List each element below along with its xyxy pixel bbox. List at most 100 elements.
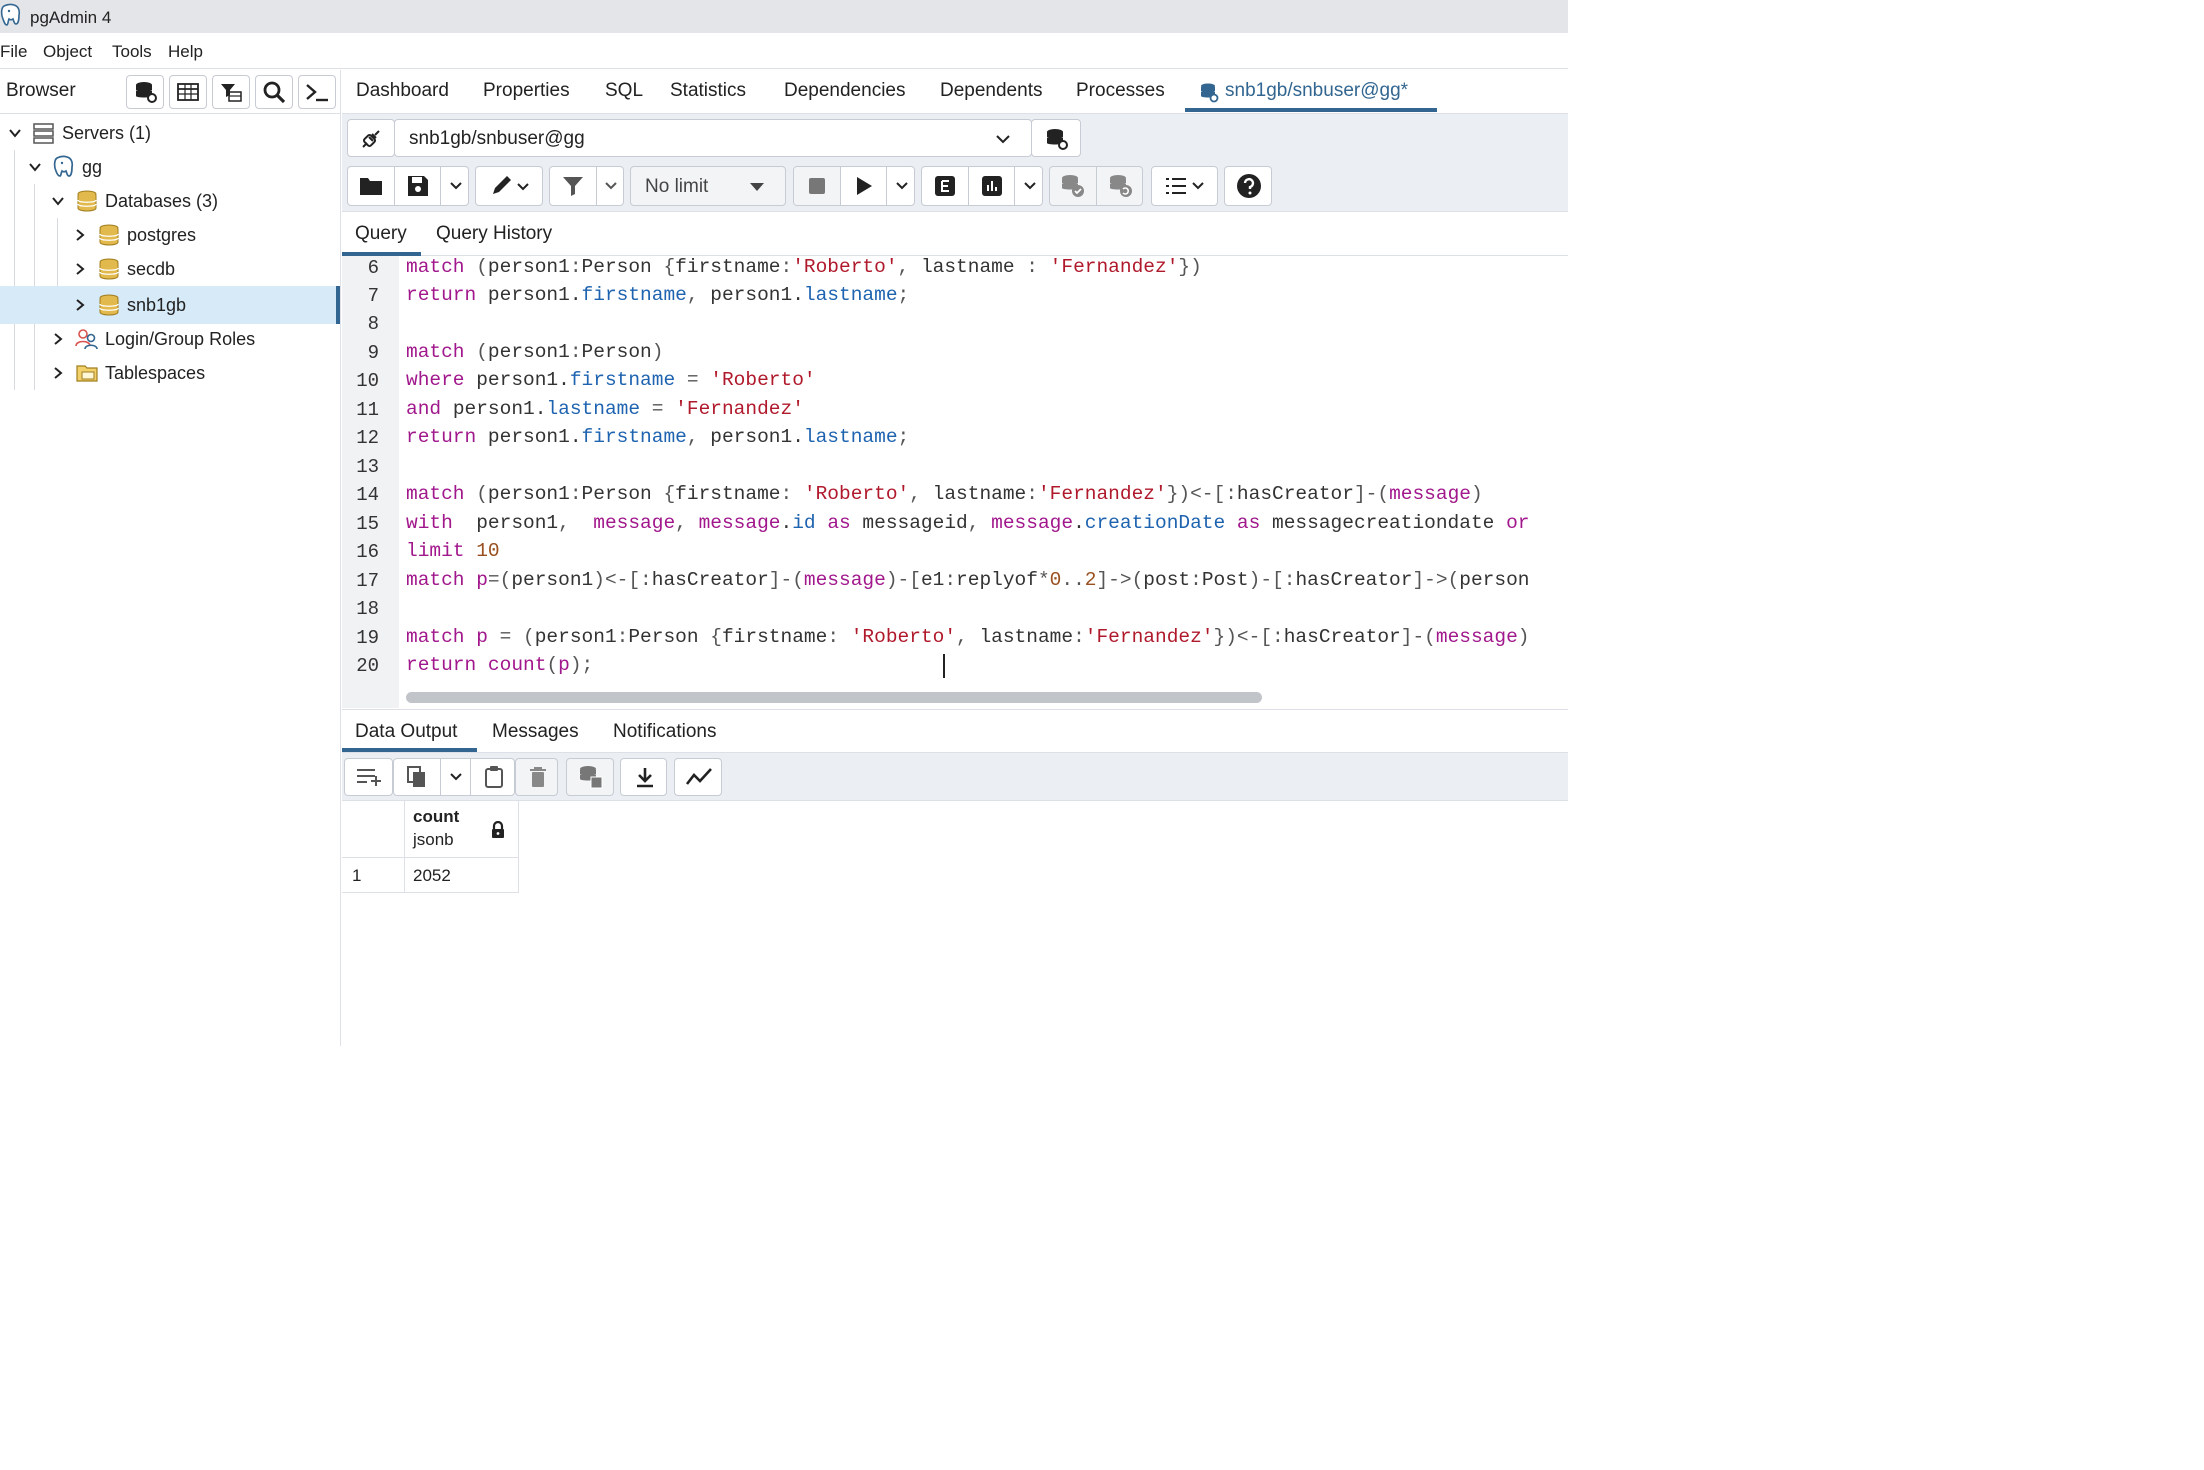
save-data-button[interactable] [566, 758, 614, 796]
help-button-inner[interactable] [1225, 167, 1271, 205]
add-row-inner[interactable] [345, 759, 392, 795]
chevron-right-icon[interactable] [72, 297, 88, 313]
tab-sql[interactable]: SQL [605, 80, 643, 102]
explain-button[interactable] [922, 167, 968, 205]
transaction-button-group [1049, 166, 1143, 206]
list-macros-icon [1165, 178, 1204, 194]
add-row-button[interactable] [344, 758, 393, 796]
copy-button[interactable] [394, 759, 440, 795]
psql-tool-button[interactable] [298, 75, 336, 109]
tab-notifications[interactable]: Notifications [613, 721, 717, 743]
commit-button[interactable] [1050, 167, 1096, 205]
sql-editor[interactable]: 6 7 8 9 10 11 12 13 14 15 16 17 18 19 20… [342, 256, 1568, 708]
new-connection-button[interactable] [1031, 119, 1081, 157]
tab-query-history[interactable]: Query History [436, 223, 552, 245]
edit-menu-button[interactable] [476, 167, 542, 205]
graph-visualiser-button[interactable] [674, 758, 722, 796]
main-tab-bar: Dashboard Properties SQL Statistics Depe… [342, 70, 1568, 114]
execute-options-dropdown[interactable] [886, 167, 914, 205]
copy-options-dropdown[interactable] [440, 759, 470, 795]
chevron-down-icon[interactable] [27, 159, 43, 175]
explain-options-dropdown[interactable] [1014, 167, 1042, 205]
tab-properties[interactable]: Properties [483, 80, 570, 102]
chevron-down-icon[interactable] [7, 125, 23, 141]
column-header-count[interactable]: count jsonb [342, 801, 519, 858]
tab-data-output[interactable]: Data Output [355, 721, 457, 743]
save-data-inner[interactable] [567, 759, 613, 795]
tree-node-label: snb1gb [127, 295, 187, 315]
chevron-right-icon[interactable] [72, 261, 88, 277]
tab-dependencies[interactable]: Dependencies [784, 80, 905, 102]
save-file-button[interactable] [394, 167, 440, 205]
tab-statistics[interactable]: Statistics [670, 80, 746, 102]
query-toolbar: No limit [342, 162, 1568, 212]
view-data-button[interactable] [169, 75, 207, 109]
line-number: 10 [356, 370, 379, 392]
tab-processes[interactable]: Processes [1076, 80, 1165, 102]
line-number: 17 [356, 570, 379, 592]
row-limit-select[interactable]: No limit [630, 166, 786, 206]
menu-object[interactable]: Object [43, 42, 92, 62]
tab-dependents[interactable]: Dependents [940, 80, 1042, 102]
tree-node-databases[interactable]: Databases (3) [0, 184, 340, 218]
macros-button[interactable] [1151, 166, 1218, 206]
horizontal-scrollbar-thumb[interactable] [406, 692, 1262, 703]
chevron-right-icon[interactable] [50, 331, 66, 347]
connection-select[interactable]: snb1gb/snbuser@gg [394, 119, 1032, 157]
delete-row-button[interactable] [515, 758, 558, 796]
stop-query-button[interactable] [794, 167, 840, 205]
copy-paste-group [393, 758, 515, 796]
tab-messages[interactable]: Messages [492, 721, 579, 743]
query-tool-button[interactable] [126, 75, 164, 109]
chevron-right-icon[interactable] [50, 365, 66, 381]
filter-button[interactable] [550, 167, 596, 205]
table-icon [177, 83, 199, 101]
download-inner[interactable] [621, 759, 666, 795]
search-objects-button[interactable] [255, 75, 293, 109]
code-line: match p = (person1:Person {firstname: 'R… [406, 626, 1530, 648]
tree-node-tablespaces[interactable]: Tablespaces [0, 356, 340, 390]
tree-node-db-snb1gb[interactable]: snb1gb [0, 286, 340, 324]
delete-row-inner[interactable] [516, 759, 557, 795]
edit-button-group[interactable] [475, 166, 543, 206]
tab-query[interactable]: Query [355, 223, 407, 245]
tree-node-db-secdb[interactable]: secdb [0, 252, 340, 286]
help-button[interactable] [1224, 166, 1272, 206]
download-button[interactable] [620, 758, 667, 796]
column-name: count [413, 807, 460, 826]
menu-help[interactable]: Help [168, 42, 203, 62]
line-number: 15 [356, 513, 379, 535]
chevron-down-icon[interactable] [50, 193, 66, 209]
cell-value: 2052 [413, 866, 451, 885]
open-file-button[interactable] [348, 167, 394, 205]
rollback-button[interactable] [1096, 167, 1142, 205]
chevron-down-icon [1023, 182, 1036, 190]
explain-analyze-button[interactable] [968, 167, 1014, 205]
menu-tools[interactable]: Tools [112, 42, 152, 62]
tree-node-servers[interactable]: Servers (1) [0, 116, 340, 150]
save-options-dropdown[interactable] [440, 167, 468, 205]
chevron-right-icon[interactable] [72, 227, 88, 243]
filtered-rows-button[interactable] [212, 75, 250, 109]
tree-node-server-gg[interactable]: gg [0, 150, 340, 184]
database-icon [136, 82, 157, 103]
tree-node-db-postgres[interactable]: postgres [0, 218, 340, 252]
grid-cell[interactable]: 2052 [405, 858, 519, 893]
menu-file[interactable]: File [0, 42, 27, 62]
paste-button[interactable] [470, 759, 514, 795]
execute-query-button[interactable] [840, 167, 886, 205]
filter-options-dropdown[interactable] [596, 167, 623, 205]
rollback-icon [1109, 175, 1132, 197]
tab-query-tool[interactable]: snb1gb/snbuser@gg* [1225, 80, 1408, 102]
connection-status-button[interactable] [347, 119, 395, 157]
graph-visualiser-inner[interactable] [675, 759, 721, 795]
row-limit-value: No limit [645, 176, 709, 197]
tab-dashboard[interactable]: Dashboard [356, 80, 449, 102]
tree-node-login-roles[interactable]: Login/Group Roles [0, 322, 340, 356]
line-number: 7 [367, 285, 379, 307]
code-line: where person1.firstname = 'Roberto' [406, 369, 816, 391]
row-header[interactable]: 1 [342, 858, 405, 893]
macros-menu[interactable] [1152, 167, 1217, 205]
filter-button-group [549, 166, 624, 206]
lock-icon [492, 821, 504, 838]
